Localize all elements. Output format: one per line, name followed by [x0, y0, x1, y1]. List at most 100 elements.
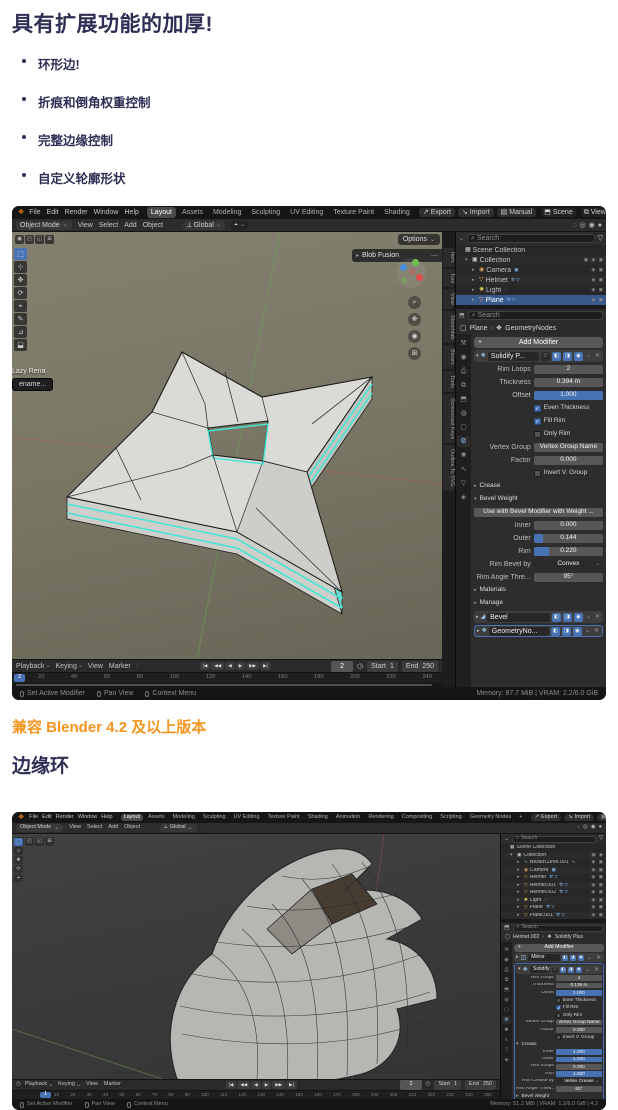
- checkbox[interactable]: [533, 470, 541, 477]
- editor-corner-icon[interactable]: ⊞: [45, 235, 54, 244]
- properties-tab-icon[interactable]: ⎙: [502, 966, 511, 974]
- modifier-property-row[interactable]: Rim Loops 2: [474, 364, 603, 375]
- dropdown-icon[interactable]: ⌄: [585, 353, 592, 359]
- workspace-tab[interactable]: Rendering: [365, 814, 396, 822]
- modifier-property-row[interactable]: Even Thickness: [474, 403, 603, 414]
- viewport-menu-item[interactable]: View: [69, 825, 81, 831]
- display-mode-icon[interactable]: ⌄: [459, 236, 464, 242]
- modifier-property-row[interactable]: Fill Rim: [516, 1005, 602, 1011]
- modifier-display-toggle[interactable]: ◉: [573, 612, 583, 622]
- expand-caret-icon[interactable]: ▸: [472, 287, 477, 293]
- modifier-property-row[interactable]: Inner 1.000: [516, 1049, 602, 1055]
- visibility-icons[interactable]: ◉ ▣: [591, 882, 604, 888]
- visibility-icons[interactable]: ◉ ▣: [591, 905, 604, 910]
- checkbox[interactable]: [533, 405, 541, 412]
- timeline-menu-item[interactable]: Marker: [104, 1082, 122, 1088]
- modifier-display-toggle[interactable]: ▽: [551, 966, 558, 973]
- snap-toggle[interactable]: ◓ ⌄: [230, 220, 249, 230]
- visibility-icons[interactable]: ◉ ▣: [591, 875, 604, 880]
- outliner-row[interactable]: ▸ ▽ Plane.001 ⚒ ▽ ◉ ▣: [501, 911, 606, 919]
- modifier-display-toggle[interactable]: ◧: [551, 351, 561, 361]
- modifier-property-row[interactable]: Rim Angle Thres... 60°: [516, 1086, 602, 1092]
- header-button[interactable]: ↘ Import: [564, 813, 595, 822]
- menubar-item[interactable]: Render: [56, 814, 74, 821]
- modifier-display-toggle[interactable]: ◨: [567, 966, 574, 973]
- modifier-property-row[interactable]: Vertex Group Vertex Group Name: [474, 442, 603, 453]
- modifier-property-row[interactable]: Thickness 0.139 m: [516, 982, 602, 989]
- viewport-3d[interactable]: ▣◰◱⊞ ⬚⊹✥⟳⌖: [12, 834, 500, 1079]
- workspace-tab[interactable]: Scripting: [437, 814, 464, 822]
- expand-caret-icon[interactable]: ▸: [472, 267, 477, 273]
- frame-start-field[interactable]: Start 1: [434, 1080, 462, 1090]
- workspace-tab[interactable]: Assets: [145, 814, 168, 822]
- transport-button[interactable]: ◀: [225, 661, 235, 671]
- sidebar-tab[interactable]: Item: [443, 248, 455, 267]
- navigation-gizmo[interactable]: [396, 258, 426, 288]
- value-field[interactable]: 0.139 m: [555, 982, 602, 989]
- menubar-item[interactable]: Render: [65, 209, 88, 216]
- modifier-display-toggle[interactable]: ◉: [577, 954, 584, 961]
- timeline-menu-item[interactable]: Marker: [109, 663, 132, 670]
- properties-tab-icon[interactable]: ◍: [457, 408, 470, 419]
- modifier-property-row[interactable]: Offset 1.000: [516, 990, 602, 996]
- header-button[interactable]: ▤Manual: [496, 208, 537, 217]
- menubar-item[interactable]: File: [29, 209, 40, 216]
- modifier-property-row[interactable]: Rim Angle Thre... 95°: [474, 572, 603, 583]
- outliner-row[interactable]: ▸ ▽ Helmet.001 ⚒ ▽ ◉ ▣: [501, 881, 606, 889]
- workspace-tab[interactable]: UV Editing: [231, 814, 263, 822]
- visibility-icons[interactable]: ◉ ▣: [591, 277, 604, 283]
- modifier-property-row[interactable]: Invert V. Group: [516, 1034, 602, 1040]
- viewport-nav-icon[interactable]: ⊞: [408, 347, 421, 360]
- outliner-row[interactable]: ▾ ▣ Collection ▣ ◉: [501, 851, 606, 859]
- close-icon[interactable]: ✕: [593, 967, 600, 973]
- viewport-tool-icon[interactable]: ⟳: [14, 287, 27, 299]
- sidebar-tab[interactable]: Screencast Keys: [443, 393, 455, 443]
- properties-tab-icon[interactable]: ⚙: [502, 1016, 511, 1024]
- viewport-tool-icon[interactable]: ⟳: [14, 865, 23, 873]
- frame-end-field[interactable]: End 250: [401, 660, 438, 672]
- checkbox[interactable]: [555, 1012, 561, 1018]
- modifier-property-row[interactable]: Only Rim: [474, 429, 603, 440]
- close-icon[interactable]: ✕: [594, 614, 601, 620]
- outliner-row[interactable]: ▸ ∿ BezierCurve.001 ∿ ◉ ▣: [501, 859, 606, 867]
- sidebar-tab[interactable]: Outline To SVG: [443, 444, 455, 491]
- editor-type-icon[interactable]: ◷: [16, 1082, 21, 1088]
- shading-mode-icon[interactable]: ◉: [591, 825, 596, 831]
- playhead[interactable]: 1: [40, 1091, 52, 1098]
- viewport-menu-item[interactable]: Select: [87, 825, 102, 831]
- transport-button[interactable]: ▶▶: [246, 661, 260, 671]
- close-icon[interactable]: ✕: [593, 628, 600, 634]
- timeline-menu-item[interactable]: Playback ⌄: [25, 1082, 53, 1088]
- transport-button[interactable]: ◀◀: [237, 1080, 251, 1090]
- shading-mode-icon[interactable]: ●: [599, 825, 602, 831]
- viewport-tool-icon[interactable]: ✥: [14, 856, 23, 864]
- value-field[interactable]: 4: [555, 975, 602, 981]
- checkbox[interactable]: [555, 997, 561, 1003]
- timeline-menu-item[interactable]: View: [86, 1082, 99, 1088]
- transport-button[interactable]: |◀: [225, 1080, 237, 1090]
- outliner-search-input[interactable]: ⌕ Search: [512, 835, 596, 843]
- checkbox[interactable]: [555, 1034, 561, 1040]
- expand-caret-icon[interactable]: ▸: [472, 297, 477, 303]
- modifier-property-row[interactable]: Crease: [516, 1042, 602, 1048]
- properties-tab-icon[interactable]: ▽: [502, 1046, 511, 1054]
- dropdown-icon[interactable]: ⌄: [586, 955, 593, 961]
- value-field[interactable]: Bevel Weight: [516, 1093, 602, 1099]
- modifier-property-row[interactable]: Materials: [474, 585, 603, 596]
- editor-corner-icon[interactable]: ◰: [25, 235, 34, 244]
- properties-tab-icon[interactable]: ◈: [457, 492, 470, 503]
- modifier-property-row[interactable]: Even Thickness: [516, 997, 602, 1003]
- workspace-tab[interactable]: Sculpting: [247, 207, 284, 218]
- shading-mode-icon[interactable]: ◎: [583, 825, 588, 831]
- autokey-icon[interactable]: ◌: [136, 663, 140, 669]
- transport-button[interactable]: ▶: [261, 1080, 272, 1090]
- workspace-tab[interactable]: Modeling: [170, 814, 198, 822]
- viewport-nav-icon[interactable]: ✥: [408, 313, 421, 326]
- value-field[interactable]: 0.000: [555, 1064, 602, 1070]
- properties-tab-icon[interactable]: ◈: [502, 1056, 511, 1064]
- viewport-menu-item[interactable]: Object: [143, 222, 163, 229]
- value-field[interactable]: Convex: [533, 560, 603, 569]
- modifier-property-row[interactable]: Rim Crease by Vertex Crease: [516, 1078, 602, 1085]
- blob-fusion-panel[interactable]: ▸ Blob Fusion —: [352, 249, 442, 262]
- visibility-icons[interactable]: ◉ ▣: [591, 890, 604, 895]
